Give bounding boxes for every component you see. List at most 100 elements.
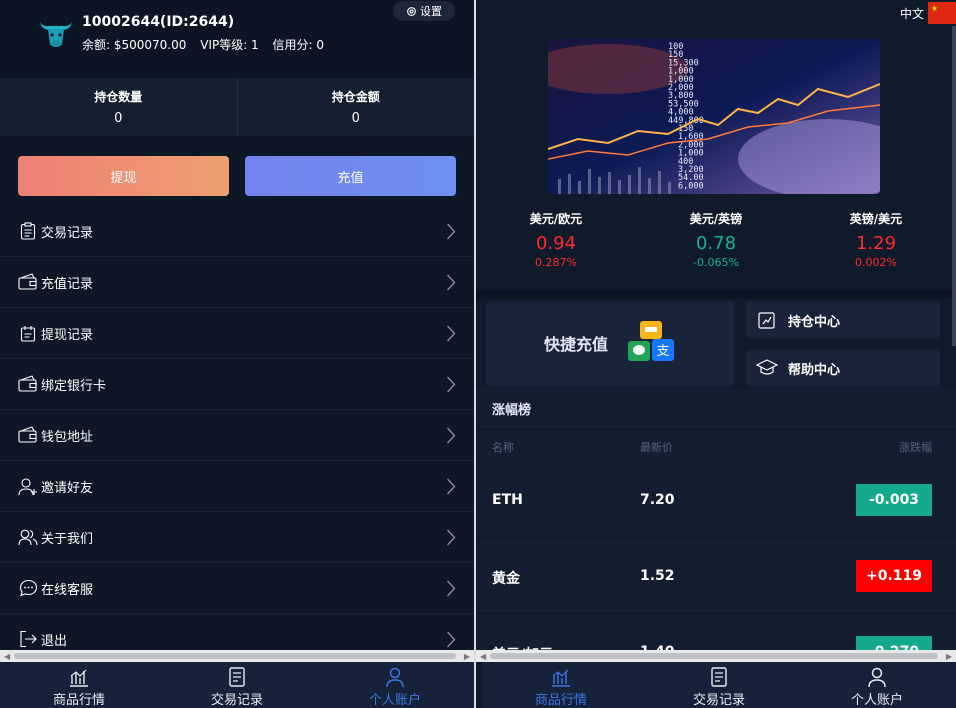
chart-icon — [552, 669, 570, 687]
menu-label: 充值记录 — [41, 276, 94, 292]
quick-recharge-label: 快捷充值 — [544, 335, 609, 354]
stat-position-count: 持仓数量 0 — [0, 78, 237, 136]
bottom-nav-right: 商品行情 交易记录 个人账户 — [482, 662, 956, 708]
nav-account[interactable]: 个人账户 — [316, 662, 474, 708]
vertical-scrollbar[interactable] — [952, 26, 956, 346]
rate-usd-eur[interactable]: 美元/欧元 0.94 0.287% — [476, 210, 636, 269]
menu-item-online-service[interactable]: 在线客服 — [0, 563, 474, 614]
add-user-icon — [18, 476, 38, 496]
nav-label: 个人账户 — [368, 693, 421, 708]
stat-value: 0 — [114, 111, 123, 126]
scroll-right-icon[interactable]: ▶ — [946, 652, 952, 661]
deposit-button[interactable]: 充值 — [245, 156, 456, 196]
language-label: 中文 — [899, 6, 924, 21]
horizontal-scrollbar[interactable]: ◀ ▶ — [0, 650, 474, 662]
quick-recharge-card[interactable]: 快捷充值 支 — [486, 301, 734, 387]
user-icon — [868, 667, 886, 688]
col-change: 涨跌幅 — [899, 441, 932, 454]
menu-label: 关于我们 — [41, 531, 94, 547]
menu-item-wallet-address[interactable]: 钱包地址 — [0, 410, 474, 461]
nav-label: 交易记录 — [210, 693, 263, 708]
nav-label: 交易记录 — [692, 693, 745, 708]
market-banner: 100 150 15,300 1,000 1,000 2,000 3,800 53,500 4,… — [548, 39, 880, 194]
rate-usd-gbp[interactable]: 美元/英镑 0.78 -0.065% — [636, 210, 796, 269]
alipay-char: 支 — [656, 344, 669, 359]
menu-label: 绑定银行卡 — [41, 378, 107, 394]
chevron-right-icon — [447, 223, 456, 240]
help-center-tile[interactable]: 帮助中心 — [746, 349, 940, 387]
item-name: 黄金 — [492, 571, 520, 587]
action-buttons: 提现 充值 — [0, 136, 474, 206]
payment-methods-icon: 支 — [628, 321, 674, 361]
stat-label: 持仓金额 — [331, 90, 380, 104]
user-header: 10002644(ID:2644) 余额: $500070.00 VIP等级: … — [0, 0, 474, 78]
scroll-left-icon[interactable]: ◀ — [4, 652, 10, 661]
scrollbar-thumb[interactable] — [490, 653, 938, 659]
bottom-nav-left: 商品行情 交易记录 个人账户 — [0, 662, 474, 708]
nav-market[interactable]: 商品行情 — [482, 662, 640, 708]
item-price: 7.20 — [640, 492, 675, 508]
horizontal-scrollbar[interactable]: ◀ ▶ — [476, 650, 956, 662]
exchange-rates: 美元/欧元 0.94 0.287% 美元/英镑 0.78 -0.065% 英镑/… — [476, 210, 956, 269]
item-change-badge: -0.003 — [856, 484, 932, 516]
market-pane: 中文 ★ 100 150 15,300 1,000 1,000 2,000 3,800 53,… — [476, 0, 956, 662]
account-pane: 10002644(ID:2644) 余额: $500070.00 VIP等级: … — [0, 0, 474, 662]
list-item[interactable]: 黄金 1.52 +0.119 — [476, 538, 956, 614]
clipboard-icon — [18, 221, 38, 241]
users-icon — [18, 527, 38, 547]
card-icon — [18, 374, 38, 394]
chevron-right-icon — [447, 274, 456, 291]
chat-icon — [18, 578, 38, 598]
graduation-cap-icon — [756, 357, 778, 379]
menu-item-invite-friends[interactable]: 邀请好友 — [0, 461, 474, 512]
banner-tick-label: 6,000 — [678, 181, 704, 191]
nav-trade-records[interactable]: 交易记录 — [158, 662, 316, 708]
chart-icon — [70, 669, 88, 687]
menu-item-recharge-records[interactable]: 充值记录 — [0, 257, 474, 308]
rate-name: 美元/英镑 — [689, 212, 743, 226]
withdraw-button[interactable]: 提现 — [18, 156, 229, 196]
language-switch[interactable]: 中文 ★ — [900, 0, 956, 26]
chevron-right-icon — [447, 580, 456, 597]
chevron-right-icon — [447, 631, 456, 648]
menu-item-about-us[interactable]: 关于我们 — [0, 512, 474, 563]
chevron-right-icon — [447, 529, 456, 546]
positions-center-tile[interactable]: 持仓中心 — [746, 301, 940, 339]
settings-label: 设置 — [420, 5, 442, 18]
position-stats: 持仓数量 0 持仓金额 0 — [0, 78, 474, 136]
rate-gbp-usd[interactable]: 英镑/美元 1.29 0.002% — [796, 210, 956, 269]
menu-label: 交易记录 — [41, 225, 94, 241]
menu-label: 钱包地址 — [41, 429, 94, 445]
menu-item-trade-records[interactable]: 交易记录 — [0, 206, 474, 257]
chevron-right-icon — [447, 478, 456, 495]
rate-price: 1.29 — [855, 233, 897, 254]
menu-label: 退出 — [41, 633, 68, 649]
calendar-icon — [18, 323, 38, 343]
item-change-badge: +0.119 — [856, 560, 932, 592]
credit-score: 信用分: 0 — [272, 38, 325, 52]
stat-value: 0 — [351, 111, 360, 126]
rate-change: -0.065% — [693, 256, 739, 269]
nav-market[interactable]: 商品行情 — [0, 662, 158, 708]
nav-account[interactable]: 个人账户 — [798, 662, 956, 708]
balance-text: 余额: $500070.00 — [82, 38, 187, 52]
china-flag-icon: ★ — [928, 2, 956, 24]
stat-label: 持仓数量 — [94, 90, 143, 104]
chevron-right-icon — [447, 376, 456, 393]
rate-change: 0.287% — [535, 256, 577, 269]
nav-label: 商品行情 — [534, 693, 587, 708]
menu-item-withdraw-records[interactable]: 提现记录 — [0, 308, 474, 359]
settings-button[interactable]: 设置 — [393, 1, 455, 21]
nav-trade-records[interactable]: 交易记录 — [640, 662, 798, 708]
gear-icon — [407, 6, 416, 16]
list-item[interactable]: ETH 7.20 -0.003 — [476, 462, 956, 538]
item-name: ETH — [492, 492, 523, 508]
menu-item-bind-bank-card[interactable]: 绑定银行卡 — [0, 359, 474, 410]
scroll-left-icon[interactable]: ◀ — [480, 652, 486, 661]
scroll-right-icon[interactable]: ▶ — [464, 652, 470, 661]
stat-position-amount: 持仓金额 0 — [236, 78, 475, 136]
positions-center-label: 持仓中心 — [788, 314, 841, 330]
menu-label: 提现记录 — [41, 327, 94, 343]
bull-logo-icon — [40, 22, 72, 47]
scrollbar-thumb[interactable] — [14, 653, 456, 659]
